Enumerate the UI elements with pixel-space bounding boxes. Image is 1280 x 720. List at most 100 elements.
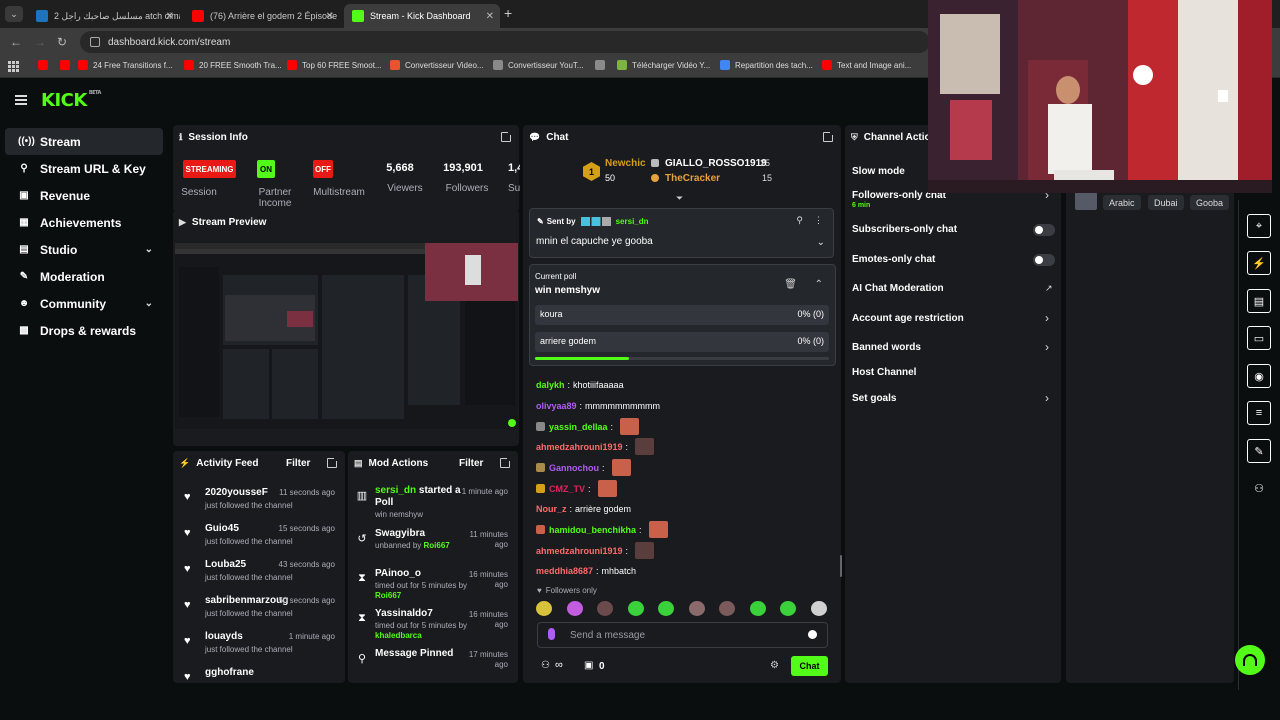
site-info-icon[interactable]	[90, 37, 100, 47]
chat-username[interactable]: hamidou_benchikha	[549, 525, 636, 535]
pin-toggle-icon[interactable]: ⚲	[796, 215, 803, 226]
bookmark-item[interactable]: Convertisseur YouT...	[493, 60, 584, 70]
activity-username[interactable]: 2020yousseF	[205, 487, 268, 498]
pinned-user[interactable]: sersi_dn	[616, 217, 649, 226]
sidebar-item-moderation[interactable]: ✎ Moderation	[5, 263, 163, 290]
action-set-goals[interactable]: Set goals ›	[846, 389, 1060, 411]
action-ai-chat-moderation[interactable]: AI Chat Moderation ↗	[846, 279, 1060, 301]
community-icon[interactable]: ⚇	[541, 660, 550, 671]
chevron-down-icon[interactable]: ⌄	[145, 298, 153, 309]
settings-icon[interactable]: ⚙	[770, 660, 779, 671]
stream-tag[interactable]: Gooba	[1190, 195, 1230, 210]
new-tab-icon[interactable]: +	[504, 5, 512, 21]
emote-icon[interactable]	[597, 601, 613, 616]
leader-name[interactable]: Newchic	[605, 158, 646, 169]
partner-income-badge[interactable]: ON	[257, 160, 275, 178]
database-icon[interactable]: ≡	[1247, 401, 1271, 425]
more-options-icon[interactable]: ⋮	[814, 215, 823, 226]
back-icon[interactable]: ←	[10, 35, 22, 49]
expand-icon[interactable]	[327, 457, 338, 468]
url-input[interactable]: dashboard.kick.com/stream	[80, 31, 930, 53]
chat-username[interactable]: Gannochou	[549, 463, 599, 473]
wrench-tool-icon[interactable]: ✎	[1247, 439, 1271, 463]
chat-username[interactable]: ahmedzahrouni1919	[536, 546, 623, 556]
toggle-switch[interactable]	[1033, 224, 1055, 236]
chevron-up-icon[interactable]: ⌃	[815, 279, 823, 290]
menu-icon[interactable]	[15, 95, 27, 105]
chat-scrollbar[interactable]	[840, 555, 842, 577]
expand-icon[interactable]	[501, 131, 512, 142]
mod-filter-button[interactable]: Filter	[459, 458, 483, 469]
bookmark-item[interactable]: 20 FREE Smooth Tra...	[184, 60, 282, 70]
action-host-channel[interactable]: Host Channel	[846, 363, 1060, 385]
bookmark-item[interactable]	[595, 60, 610, 70]
browser-tab-2[interactable]: (76) Arrière el godem 2 Épisode ✕	[184, 4, 340, 28]
moderator-name[interactable]: Roi667	[375, 591, 401, 600]
chevron-down-icon[interactable]: ⌄	[817, 237, 825, 248]
bookmark-item[interactable]: Top 60 FREE Smoot...	[287, 60, 382, 70]
toggle-switch[interactable]	[1033, 254, 1055, 266]
collapse-leaderboard-icon[interactable]: ⏷	[676, 193, 683, 204]
mod-username[interactable]: sersi_dn	[375, 485, 416, 496]
points-icon[interactable]: ▣	[584, 660, 593, 671]
chat-username[interactable]: meddhia8687	[536, 566, 593, 576]
action-emotes-only-chat[interactable]: Emotes-only chat	[846, 250, 1060, 272]
chat-input[interactable]: Send a message	[537, 622, 828, 648]
forward-icon[interactable]: →	[34, 35, 46, 49]
emote-icon[interactable]	[719, 601, 735, 616]
activity-username[interactable]: louayds	[205, 631, 243, 642]
chat-tool-icon[interactable]: ▭	[1247, 326, 1271, 350]
bookmark-item[interactable]: Télécharger Vidéo Y...	[617, 60, 710, 70]
close-icon[interactable]: ✕	[166, 11, 174, 22]
delete-poll-icon[interactable]: 🗑	[784, 279, 797, 290]
stream-tag[interactable]: Arabic	[1103, 195, 1141, 210]
sidebar-item-community[interactable]: ☻ Community ⌄	[5, 290, 163, 317]
action-account-age-restriction[interactable]: Account age restriction ›	[846, 309, 1060, 331]
sidebar-item-achievements[interactable]: ▦ Achievements	[5, 209, 163, 236]
support-button[interactable]	[1235, 645, 1265, 675]
leader-name[interactable]: GIALLO_ROSSO1919	[665, 158, 767, 169]
sidebar-item-stream-url-key[interactable]: ⚲ Stream URL & Key	[5, 155, 163, 182]
bookmark-item[interactable]: 24 Free Transitions f...	[78, 60, 173, 70]
kick-logo[interactable]: KICK BETA	[41, 90, 101, 111]
bookmark-item[interactable]: Repartition des tach...	[720, 60, 813, 70]
sidebar-item-revenue[interactable]: ▣ Revenue	[5, 182, 163, 209]
moderator-name[interactable]: khaledbarca	[375, 631, 422, 640]
emote-icon[interactable]	[810, 601, 827, 616]
bookmark-item[interactable]	[60, 60, 75, 70]
bookmark-item[interactable]: Text and Image ani...	[822, 60, 911, 70]
activity-username[interactable]: Guio45	[205, 523, 239, 534]
close-icon[interactable]: ✕	[326, 11, 334, 22]
close-icon[interactable]: ✕	[486, 11, 494, 22]
expand-icon[interactable]	[823, 131, 834, 142]
activity-username[interactable]: Louba25	[205, 559, 246, 570]
chat-username[interactable]: ahmedzahrouni1919	[536, 442, 623, 452]
snapshot-icon[interactable]: ⌖	[1247, 214, 1271, 238]
stream-preview-video[interactable]	[175, 243, 518, 429]
chat-username[interactable]: yassin_dellaa	[549, 422, 608, 432]
infinity-icon[interactable]: ∞	[555, 659, 563, 671]
emote-icon[interactable]	[780, 601, 796, 616]
leader-name[interactable]: TheCracker	[665, 173, 720, 184]
poll-option[interactable]: arriere godem 0% (0)	[535, 332, 829, 352]
moderator-name[interactable]: Roi667	[424, 541, 450, 550]
emote-icon[interactable]	[658, 601, 674, 616]
action-subscribers-only-chat[interactable]: Subscribers-only chat	[846, 220, 1060, 242]
emote-icon[interactable]	[627, 601, 644, 616]
reload-icon[interactable]: ↻	[57, 35, 67, 49]
expand-icon[interactable]	[500, 457, 511, 468]
activity-username[interactable]: gghofrane	[205, 667, 254, 678]
browser-tab-3[interactable]: Stream - Kick Dashboard ✕	[344, 4, 500, 28]
multistream-badge[interactable]: OFF	[313, 160, 333, 178]
bookmark-item[interactable]	[38, 60, 53, 70]
chat-username[interactable]: olivyaa89	[536, 401, 577, 411]
sidebar-item-drops-rewards[interactable]: ▩ Drops & rewards	[5, 317, 163, 344]
emote-icon[interactable]	[749, 601, 766, 616]
chat-username[interactable]: CMZ_TV	[549, 484, 585, 494]
chat-username[interactable]: Nour_z	[536, 504, 567, 514]
emote-icon[interactable]	[536, 601, 552, 616]
action-banned-words[interactable]: Banned words ›	[846, 338, 1060, 360]
bookmark-item[interactable]: Convertisseur Video...	[390, 60, 484, 70]
send-chat-button[interactable]: Chat	[791, 656, 828, 676]
poll-option[interactable]: koura 0% (0)	[535, 305, 829, 325]
